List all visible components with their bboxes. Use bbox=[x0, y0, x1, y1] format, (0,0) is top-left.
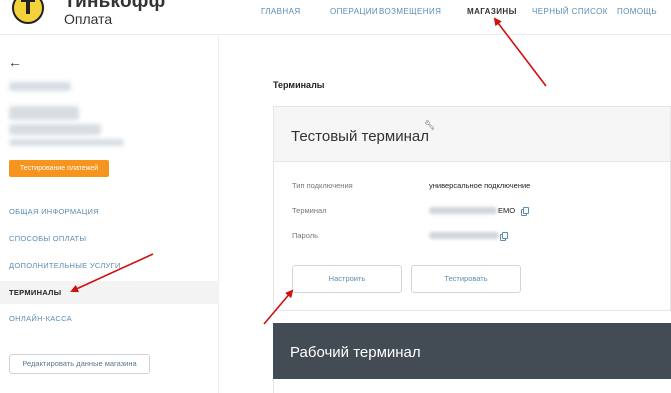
nav-item-main[interactable]: ГЛАВНАЯ bbox=[261, 7, 301, 16]
password-redacted bbox=[429, 232, 499, 239]
password-label: Пароль bbox=[292, 231, 319, 240]
top-header: Тинькофф Оплата ГЛАВНАЯ ОПЕРАЦИИ ВОЗМЕЩЕ… bbox=[0, 0, 671, 35]
sidebar-item-terminals[interactable]: ТЕРМИНАЛЫ bbox=[0, 281, 219, 304]
sidebar-item-online-cashbox[interactable]: ОНЛАЙН-КАССА bbox=[0, 307, 219, 330]
store-title-redacted bbox=[9, 106, 79, 120]
test-terminal-header: Тестовый терминал 🔧︎ bbox=[274, 107, 670, 162]
configure-button[interactable]: Настроить bbox=[292, 265, 402, 293]
nav-item-blacklist[interactable]: ЧЕРНЫЙ СПИСОК bbox=[532, 7, 608, 16]
connection-type-value: универсальное подключение bbox=[429, 181, 531, 190]
page: Тинькофф Оплата ГЛАВНАЯ ОПЕРАЦИИ ВОЗМЕЩЕ… bbox=[0, 0, 671, 393]
copy-terminal-icon[interactable] bbox=[521, 207, 530, 217]
connection-type-label: Тип подключения bbox=[292, 181, 353, 190]
work-terminal-card: Рабочий терминал bbox=[273, 323, 671, 379]
terminal-id-redacted bbox=[429, 207, 497, 214]
store-name-redacted bbox=[9, 82, 71, 91]
nav-item-operations[interactable]: ОПЕРАЦИИ bbox=[330, 7, 378, 16]
terminal-id-suffix: EMO bbox=[498, 206, 516, 215]
test-payments-button[interactable]: Тестирование платежей bbox=[9, 160, 109, 177]
wrench-icon: 🔧︎ bbox=[424, 120, 436, 130]
page-title: Терминалы bbox=[273, 80, 325, 90]
store-url-redacted bbox=[9, 139, 124, 146]
edit-store-button[interactable]: Редактировать данные магазина bbox=[9, 354, 150, 374]
back-arrow-icon[interactable]: ← bbox=[8, 54, 22, 70]
work-terminal-body bbox=[273, 379, 671, 393]
store-id-redacted bbox=[9, 124, 101, 135]
sidebar-item-payment-methods[interactable]: СПОСОБЫ ОПЛАТЫ bbox=[0, 227, 219, 250]
sidebar-item-extra-services[interactable]: ДОПОЛНИТЕЛЬНЫЕ УСЛУГИ bbox=[0, 254, 219, 277]
nav-item-help[interactable]: ПОМОЩЬ bbox=[617, 7, 657, 16]
copy-password-icon[interactable] bbox=[500, 232, 509, 242]
test-terminal-card: Тестовый терминал 🔧︎ Тип подключения уни… bbox=[273, 106, 671, 311]
nav-item-stores[interactable]: МАГАЗИНЫ bbox=[467, 7, 517, 16]
test-terminal-button[interactable]: Тестировать bbox=[411, 265, 521, 293]
test-terminal-title: Тестовый терминал bbox=[291, 128, 429, 145]
sidebar: ← Тестирование платежей ОБЩАЯ ИНФОРМАЦИЯ… bbox=[0, 36, 219, 393]
main-nav: ГЛАВНАЯ ОПЕРАЦИИ ВОЗМЕЩЕНИЯ МАГАЗИНЫ ЧЕР… bbox=[0, 7, 671, 19]
nav-item-refunds[interactable]: ВОЗМЕЩЕНИЯ bbox=[379, 7, 441, 16]
terminal-label: Терминал bbox=[292, 206, 327, 215]
work-terminal-title: Рабочий терминал bbox=[290, 344, 421, 361]
sidebar-item-general-info[interactable]: ОБЩАЯ ИНФОРМАЦИЯ bbox=[0, 200, 219, 223]
